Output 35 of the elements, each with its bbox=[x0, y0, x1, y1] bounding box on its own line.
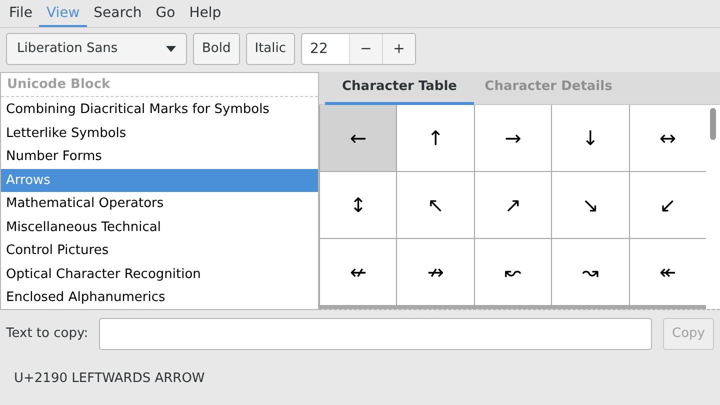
menu-item[interactable]: File bbox=[2, 1, 40, 27]
character-cell[interactable]: ↖ bbox=[397, 172, 474, 238]
status-text: U+2190 LEFTWARDS ARROW bbox=[14, 371, 205, 386]
block-list-item[interactable]: Miscellaneous Technical bbox=[1, 216, 318, 239]
character-cell[interactable]: ↛ bbox=[397, 239, 474, 305]
copy-label: Text to copy: bbox=[6, 325, 88, 344]
text-to-copy-field[interactable] bbox=[99, 318, 652, 350]
block-list-item[interactable]: Control Pictures bbox=[1, 239, 318, 262]
character-cell[interactable]: ↙ bbox=[630, 172, 706, 238]
italic-button[interactable]: Italic bbox=[246, 33, 296, 65]
menu-item[interactable]: Go bbox=[148, 1, 182, 27]
scrollbar[interactable] bbox=[706, 105, 720, 309]
caret-icon bbox=[166, 46, 176, 52]
character-cell[interactable]: ↕ bbox=[320, 172, 396, 238]
character-cell[interactable]: ↞ bbox=[630, 239, 706, 305]
block-list-item[interactable]: Number Forms bbox=[1, 145, 318, 168]
character-cell[interactable]: ↝ bbox=[552, 239, 629, 305]
character-cell[interactable]: ← bbox=[320, 105, 396, 171]
menu-item[interactable]: Search bbox=[86, 1, 149, 27]
character-cell[interactable]: ↑ bbox=[397, 105, 474, 171]
character-cell[interactable]: ↓ bbox=[552, 105, 629, 171]
character-cell[interactable]: → bbox=[474, 105, 552, 171]
character-cell[interactable]: ↜ bbox=[474, 239, 552, 305]
block-list-item[interactable]: Mathematical Operators bbox=[1, 192, 318, 216]
block-list-item[interactable]: Combining Diacritical Marks for Symbols bbox=[1, 98, 318, 122]
character-cell[interactable]: ↘ bbox=[552, 172, 629, 238]
block-list-item[interactable]: Enclosed Alphanumerics bbox=[1, 286, 318, 309]
menu-item[interactable]: Help bbox=[182, 1, 228, 27]
font-dropdown[interactable]: Liberation Sans bbox=[6, 33, 187, 65]
character-cell[interactable]: ↚ bbox=[320, 239, 396, 305]
character-cell[interactable]: ↔ bbox=[630, 105, 706, 171]
bold-button[interactable]: Bold bbox=[193, 33, 240, 65]
block-list-item[interactable]: Letterlike Symbols bbox=[1, 122, 318, 145]
block-list-item[interactable]: Optical Character Recognition bbox=[1, 262, 318, 286]
character-cell[interactable]: ↗ bbox=[474, 172, 552, 238]
